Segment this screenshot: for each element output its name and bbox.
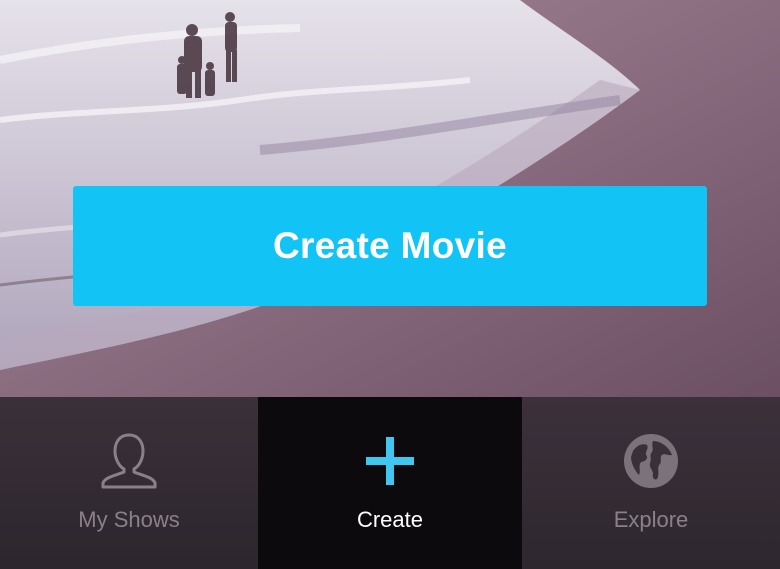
- beach-background-photo: Create Movie: [0, 0, 780, 397]
- tab-explore[interactable]: Explore: [522, 397, 780, 569]
- tab-my-shows-label: My Shows: [78, 507, 180, 532]
- create-movie-button[interactable]: Create Movie: [73, 186, 707, 306]
- tab-my-shows[interactable]: My Shows: [0, 397, 258, 569]
- person-icon: [97, 429, 161, 493]
- tab-explore-label: Explore: [613, 507, 689, 532]
- globe-icon: [619, 429, 683, 493]
- tab-create[interactable]: Create: [258, 397, 522, 569]
- bottom-tab-bar: My Shows Create Explore: [0, 397, 780, 569]
- tab-create-label: Create: [356, 507, 424, 532]
- plus-icon: [358, 429, 422, 493]
- app-screen: Create Movie My Shows Create Explore: [0, 0, 780, 569]
